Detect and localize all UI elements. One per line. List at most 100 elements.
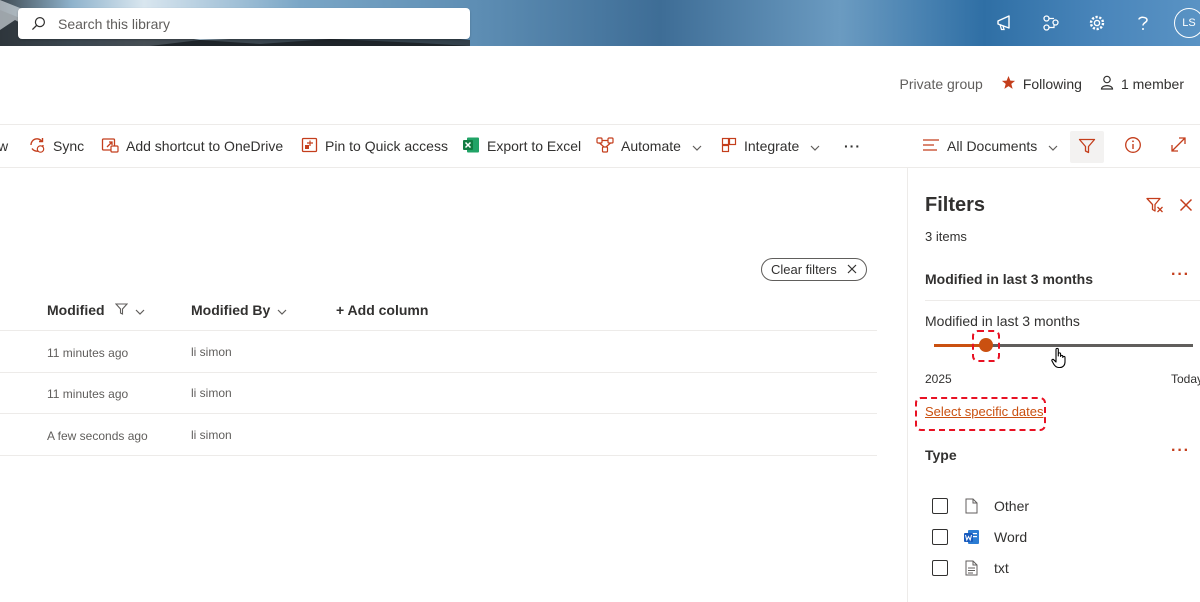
hand-pointer-cursor-icon [1051, 347, 1067, 374]
pin-icon [301, 137, 318, 156]
row-2-modified: 11 minutes ago [47, 387, 129, 401]
settings-gear-icon[interactable] [1074, 0, 1120, 46]
type-option-word[interactable]: Word [932, 527, 1027, 547]
excel-icon [462, 136, 480, 157]
info-button[interactable] [1124, 125, 1142, 167]
chevron-down-icon [277, 302, 287, 318]
integrate-label: Integrate [744, 138, 800, 154]
following-button[interactable]: Following [1001, 75, 1082, 93]
type-option-label: Other [994, 498, 1030, 514]
column-header-modified-by-label: Modified By [191, 302, 271, 318]
command-partial-item[interactable]: w [0, 125, 8, 167]
user-avatar[interactable]: LS [1174, 8, 1200, 38]
add-column-button[interactable]: + Add column [336, 300, 428, 320]
pin-quick-access-label: Pin to Quick access [325, 138, 448, 154]
sync-icon [28, 136, 46, 157]
export-excel-label: Export to Excel [487, 138, 582, 154]
view-name-label: All Documents [947, 138, 1038, 154]
clear-filters-button[interactable]: Clear filters [761, 258, 867, 281]
automate-menu[interactable]: Automate [596, 125, 702, 167]
type-option-label: Word [994, 529, 1028, 545]
search-box[interactable] [18, 8, 470, 39]
command-bar: w Sync Add shortcut to OneDrive Pin to Q… [0, 124, 1200, 168]
list-view-icon [922, 138, 940, 155]
integrate-menu[interactable]: Integrate [721, 125, 820, 167]
add-column-label: + Add column [336, 302, 429, 318]
row-1-modified-by: li simon [191, 345, 232, 359]
members-button[interactable]: 1 member [1100, 75, 1184, 93]
chevron-down-icon [1048, 138, 1058, 154]
generic-file-icon [962, 498, 980, 514]
date-slider-label: Modified in last 3 months [925, 313, 1080, 329]
app-launcher-network-icon[interactable] [1028, 0, 1074, 46]
row-3-modified: A few seconds ago [47, 429, 148, 443]
site-header-banner: LS [0, 0, 1200, 46]
slider-end-label: Today [1171, 372, 1200, 386]
text-file-icon [962, 560, 980, 576]
sync-button[interactable]: Sync [28, 125, 84, 167]
type-option-label: txt [994, 560, 1009, 576]
group-privacy-label: Private group [899, 76, 983, 92]
word-file-icon [962, 529, 980, 545]
sync-label: Sync [53, 138, 85, 154]
slider-start-label: 2025 [925, 372, 952, 386]
section-divider [925, 300, 1200, 301]
close-panel-icon[interactable] [1179, 198, 1193, 217]
row-divider [0, 372, 877, 373]
integrate-icon [721, 137, 737, 156]
column-header-modified-label: Modified [47, 302, 105, 318]
command-partial-label: w [0, 138, 9, 154]
highlight-select-dates-link [915, 397, 1046, 431]
list-header-divider [0, 330, 877, 331]
automate-label: Automate [621, 138, 681, 154]
more-commands-button[interactable]: ··· [844, 125, 861, 167]
type-checkbox[interactable] [932, 560, 948, 576]
modified-section-title: Modified in last 3 months [925, 271, 1094, 287]
row-3-modified-by: li simon [191, 428, 232, 442]
row-divider [0, 455, 877, 456]
filters-panel-title: Filters [925, 194, 986, 216]
search-input[interactable] [58, 15, 470, 32]
filters-item-count: 3 items [925, 229, 967, 244]
filter-pane-button[interactable] [1070, 131, 1104, 163]
column-header-modified[interactable]: Modified [47, 300, 145, 320]
automate-flow-icon [596, 136, 614, 156]
shortcut-icon [101, 137, 119, 156]
add-shortcut-button[interactable]: Add shortcut to OneDrive [101, 125, 283, 167]
star-icon [1001, 75, 1016, 93]
following-label: Following [1022, 76, 1082, 92]
clear-filters-label: Clear filters [771, 262, 837, 277]
type-section-more-icon[interactable]: ··· [1171, 442, 1190, 460]
expand-diagonal-icon [1170, 136, 1187, 156]
highlight-slider-thumb [972, 330, 1000, 362]
column-filter-funnel-icon [114, 302, 128, 318]
feedback-megaphone-icon[interactable] [982, 0, 1028, 46]
header-actions: LS [982, 0, 1200, 46]
type-checkbox[interactable] [932, 529, 948, 545]
chevron-down-icon [135, 302, 145, 318]
modified-section-more-icon[interactable]: ··· [1171, 266, 1190, 284]
chevron-down-icon [692, 138, 702, 154]
search-icon [18, 16, 58, 31]
type-option-other[interactable]: Other [932, 496, 1029, 516]
export-excel-button[interactable]: Export to Excel [462, 125, 581, 167]
close-icon [847, 262, 857, 277]
expand-button[interactable] [1170, 125, 1187, 167]
add-shortcut-label: Add shortcut to OneDrive [126, 138, 284, 154]
date-slider-track[interactable] [986, 344, 1193, 347]
view-switcher[interactable]: All Documents [922, 125, 1058, 167]
clear-all-filters-icon[interactable] [1146, 197, 1164, 219]
chevron-down-icon [810, 138, 820, 154]
more-ellipsis-icon: ··· [844, 138, 861, 154]
help-question-icon[interactable] [1120, 0, 1166, 46]
row-1-modified: 11 minutes ago [47, 346, 129, 360]
group-info: Private group Following 1 member [900, 72, 1184, 96]
column-header-modified-by[interactable]: Modified By [191, 300, 287, 320]
filter-funnel-icon [1078, 138, 1096, 157]
filters-panel: Filters 3 items Modified in last 3 month… [907, 168, 1200, 602]
type-checkbox[interactable] [932, 498, 948, 514]
person-icon [1100, 75, 1114, 93]
type-option-txt[interactable]: txt [932, 558, 1009, 578]
pin-quick-access-button[interactable]: Pin to Quick access [301, 125, 448, 167]
members-label: 1 member [1120, 76, 1184, 92]
